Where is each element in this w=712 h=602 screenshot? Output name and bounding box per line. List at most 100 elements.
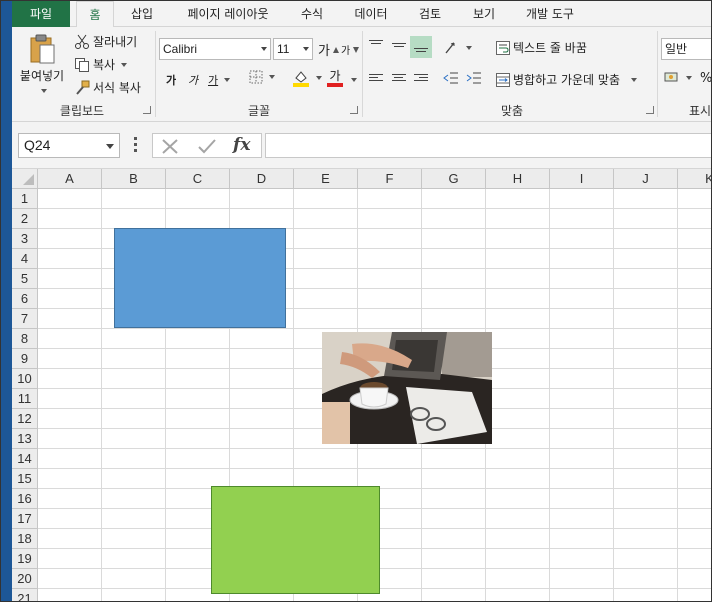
wrap-text-button[interactable]: 텍스트 줄 바꿈	[496, 39, 587, 56]
row-header-3[interactable]: 3	[12, 229, 38, 249]
row-header-8[interactable]: 8	[12, 329, 38, 349]
align-center-button[interactable]	[392, 72, 408, 83]
orientation-button[interactable]	[444, 40, 472, 56]
font-name-value: Calibri	[163, 42, 198, 56]
tab-insert[interactable]: 삽입	[120, 1, 164, 27]
row-header-15[interactable]: 15	[12, 469, 38, 489]
fill-color-button[interactable]	[292, 69, 322, 87]
accounting-format-button[interactable]	[664, 71, 692, 85]
row-header-2[interactable]: 2	[12, 209, 38, 229]
borders-dropdown-arrow[interactable]	[269, 75, 275, 79]
underline-dropdown-arrow[interactable]	[224, 78, 231, 82]
enter-check-icon[interactable]	[197, 138, 217, 155]
group-divider	[155, 31, 156, 117]
increase-indent-button[interactable]	[466, 71, 482, 85]
row-header-19[interactable]: 19	[12, 549, 38, 569]
number-format-select[interactable]: 일반	[661, 38, 711, 60]
name-box[interactable]: Q24	[18, 133, 120, 158]
cut-button[interactable]: 잘라내기	[74, 33, 137, 50]
column-header-g[interactable]: G	[422, 169, 486, 189]
percent-style-button[interactable]: %	[700, 71, 711, 86]
merge-center-button[interactable]: 병합하고 가운데 맞춤	[496, 71, 637, 88]
column-header-b[interactable]: B	[102, 169, 166, 189]
align-left-button[interactable]	[369, 72, 385, 83]
row-header-17[interactable]: 17	[12, 509, 38, 529]
tab-data[interactable]: 데이터	[346, 1, 396, 27]
formula-input[interactable]	[265, 133, 711, 158]
row-header-7[interactable]: 7	[12, 309, 38, 329]
row-header-5[interactable]: 5	[12, 269, 38, 289]
row-header-21[interactable]: 21	[12, 589, 38, 601]
borders-button[interactable]	[249, 70, 275, 84]
merge-cells-icon	[496, 72, 510, 87]
accounting-dropdown-arrow[interactable]	[686, 76, 692, 80]
column-header-e[interactable]: E	[294, 169, 358, 189]
fill-color-dropdown-arrow[interactable]	[316, 76, 322, 80]
column-header-k[interactable]: K	[678, 169, 711, 189]
column-header-h[interactable]: H	[486, 169, 550, 189]
row-header-6[interactable]: 6	[12, 289, 38, 309]
column-header-i[interactable]: I	[550, 169, 614, 189]
vertical-ellipsis-icon[interactable]	[134, 137, 137, 153]
scissors-icon	[75, 34, 89, 49]
coffee-laptop-picture[interactable]	[322, 332, 492, 444]
underline-button[interactable]: 가	[208, 72, 231, 88]
row-header-11[interactable]: 11	[12, 389, 38, 409]
alignment-dialog-launcher[interactable]	[646, 106, 654, 114]
paste-button[interactable]: 붙여넣기	[16, 33, 68, 84]
copy-dropdown-arrow[interactable]	[121, 62, 128, 67]
column-header-d[interactable]: D	[230, 169, 294, 189]
increase-font-size-button[interactable]: 가	[318, 40, 339, 59]
tab-file[interactable]: 파일	[12, 1, 70, 27]
tab-review[interactable]: 검토	[410, 1, 450, 27]
font-size-select[interactable]: 11	[273, 38, 313, 60]
align-bottom-button[interactable]	[410, 36, 432, 58]
decrease-indent-button[interactable]	[443, 71, 459, 85]
cut-label: 잘라내기	[93, 35, 138, 49]
column-header-c[interactable]: C	[166, 169, 230, 189]
font-color-button[interactable]: 가	[327, 69, 343, 87]
row-header-16[interactable]: 16	[12, 489, 38, 509]
tab-formulas[interactable]: 수식	[292, 1, 332, 27]
tab-view[interactable]: 보기	[464, 1, 504, 27]
align-middle-button[interactable]	[392, 41, 408, 49]
font-color-dropdown-arrow[interactable]	[351, 78, 357, 82]
column-gridline	[677, 189, 678, 601]
merge-dropdown-arrow[interactable]	[631, 77, 637, 82]
number-format-value: 일반	[665, 42, 688, 56]
orientation-dropdown-arrow[interactable]	[466, 46, 472, 50]
tab-home[interactable]: 홈	[76, 1, 114, 28]
paste-dropdown-arrow[interactable]	[41, 89, 47, 93]
row-header-4[interactable]: 4	[12, 249, 38, 269]
row-header-1[interactable]: 1	[12, 189, 38, 209]
row-header-20[interactable]: 20	[12, 569, 38, 589]
row-header-13[interactable]: 13	[12, 429, 38, 449]
font-dialog-launcher[interactable]	[350, 106, 358, 114]
paint-bucket-icon	[293, 71, 309, 87]
decrease-font-size-button[interactable]: 가	[341, 42, 360, 57]
column-header-f[interactable]: F	[358, 169, 422, 189]
italic-button[interactable]: 가	[188, 72, 198, 88]
column-header-a[interactable]: A	[38, 169, 102, 189]
column-header-j[interactable]: J	[614, 169, 678, 189]
font-name-select[interactable]: Calibri	[159, 38, 271, 60]
bold-button[interactable]: 가	[166, 72, 176, 88]
insert-function-icon[interactable]: fx	[233, 135, 250, 155]
clipboard-dialog-launcher[interactable]	[143, 106, 151, 114]
row-header-10[interactable]: 10	[12, 369, 38, 389]
format-painter-button[interactable]: 서식 복사	[74, 79, 141, 96]
cancel-icon[interactable]	[161, 138, 179, 155]
tab-developer[interactable]: 개발 도구	[514, 1, 586, 27]
select-all-button[interactable]	[12, 169, 38, 189]
align-top-button[interactable]	[369, 38, 385, 46]
row-header-14[interactable]: 14	[12, 449, 38, 469]
blue-rectangle-shape[interactable]	[114, 228, 286, 328]
row-header-12[interactable]: 12	[12, 409, 38, 429]
copy-button[interactable]: 복사	[74, 56, 128, 73]
tab-page-layout[interactable]: 페이지 레이아웃	[174, 1, 282, 27]
green-rectangle-shape[interactable]	[211, 486, 380, 594]
row-header-18[interactable]: 18	[12, 529, 38, 549]
align-right-button[interactable]	[414, 72, 430, 83]
row-header-9[interactable]: 9	[12, 349, 38, 369]
worksheet-grid[interactable]: ABCDEFGHIJK12345678910111213141516171819…	[12, 169, 711, 601]
